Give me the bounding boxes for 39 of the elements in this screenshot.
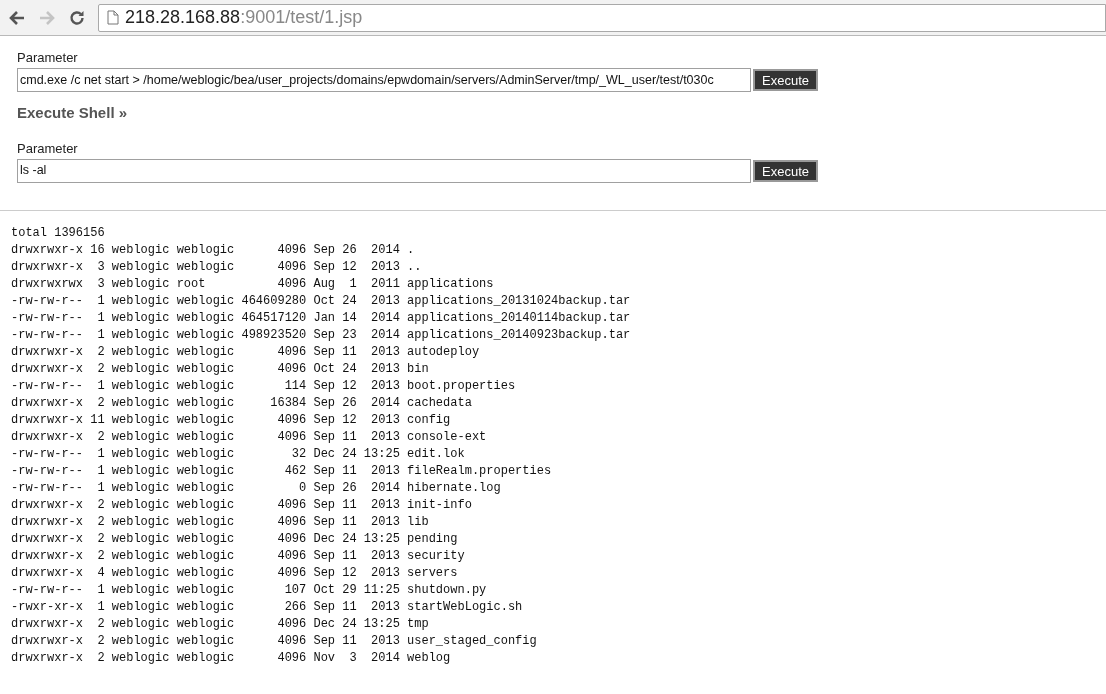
output-line: -rw-rw-r-- 1 weblogic weblogic 0 Sep 26 2014 hibernate.log [11,479,501,497]
output-line: drwxrwxr-x 2 weblogic weblogic 16384 Sep 26 2014 cachedata [11,394,472,412]
execute-button[interactable]: Execute [753,159,818,182]
output-line: drwxrwxr-x 2 weblogic weblogic 4096 Sep 11 2013 user_staged_config [11,632,537,650]
output-line: drwxrwxr-x 16 weblogic weblogic 4096 Sep 26 2014 . [11,241,415,259]
output-line: drwxrwxr-x 2 weblogic weblogic 4096 Sep 11 2013 autodeploy [11,343,480,361]
address-bar[interactable]: 218.28.168.88:9001/test/1.jsp [98,3,1106,32]
parameter-field[interactable]: ls -al [17,158,751,183]
url-text: 218.28.168.88:9001/test/1.jsp [125,6,363,29]
output-line: drwxrwxr-x 2 weblogic weblogic 4096 Dec 24 13:25 pending [11,530,458,548]
output-line: -rw-rw-r-- 1 weblogic weblogic 32 Dec 24 13:25 edit.lok [11,445,465,463]
reload-icon [68,8,86,27]
output-line: drwxrwxr-x 11 weblogic weblogic 4096 Sep 12 2013 config [11,411,451,429]
output-line: drwxrwxr-x 2 weblogic weblogic 4096 Sep 11 2013 init-info [11,496,472,514]
page-icon [107,10,119,25]
output-line: drwxrwxr-x 2 weblogic weblogic 4096 Sep 11 2013 console-ext [11,428,487,446]
output-line: drwxrwxr-x 2 weblogic weblogic 4096 Sep 11 2013 lib [11,513,429,531]
output-line: -rwxr-xr-x 1 weblogic weblogic 266 Sep 11 2013 startWebLogic.sh [11,598,523,616]
output-line: -rw-rw-r-- 1 weblogic weblogic 464609280 Oct 24 2013 applications_20131024backup.tar [11,292,631,310]
execute-button[interactable]: Execute [753,69,818,91]
back-arrow-icon [8,8,26,27]
output-line: -rw-rw-r-- 1 weblogic weblogic 464517120 Jan 14 2014 applications_20140114backup.tar [11,309,631,327]
output-line: drwxrwxrwx 3 weblogic root 4096 Aug 1 2011 applications [11,275,494,293]
output-line: drwxrwxr-x 4 weblogic weblogic 4096 Sep 12 2013 servers [11,564,458,582]
forward-arrow-icon [38,8,56,27]
output-line: total 1396156 [11,224,105,242]
output-line: drwxrwxr-x 2 weblogic weblogic 4096 Oct 24 2013 bin [11,360,429,378]
section-heading: Execute Shell » [17,103,129,123]
output-line: -rw-rw-r-- 1 weblogic weblogic 498923520 Sep 23 2014 applications_20140923backup.tar [11,326,631,344]
output-line: drwxrwxr-x 2 weblogic weblogic 4096 Nov 3 2014 weblog [11,649,451,667]
output-line: drwxrwxr-x 3 weblogic weblogic 4096 Sep 12 2013 .. [11,258,422,276]
output-line: -rw-rw-r-- 1 weblogic weblogic 107 Oct 29 11:25 shutdown.py [11,581,487,599]
parameter-field[interactable]: cmd.exe /c net start > /home/weblogic/bea/user_projects/domains/epwdomain/servers/AdminServer/tmp/_WL_user/test/t030c [17,68,751,92]
field-label: Parameter [17,140,79,157]
output-line: -rw-rw-r-- 1 weblogic weblogic 462 Sep 11 2013 fileRealm.properties [11,462,552,480]
output-line: drwxrwxr-x 2 weblogic weblogic 4096 Sep 11 2013 security [11,547,465,565]
field-label: Parameter [17,50,79,66]
output-line: drwxrwxr-x 2 weblogic weblogic 4096 Dec 24 13:25 tmp [11,615,429,633]
output-line: -rw-rw-r-- 1 weblogic weblogic 114 Sep 12 2013 boot.properties [11,377,516,395]
